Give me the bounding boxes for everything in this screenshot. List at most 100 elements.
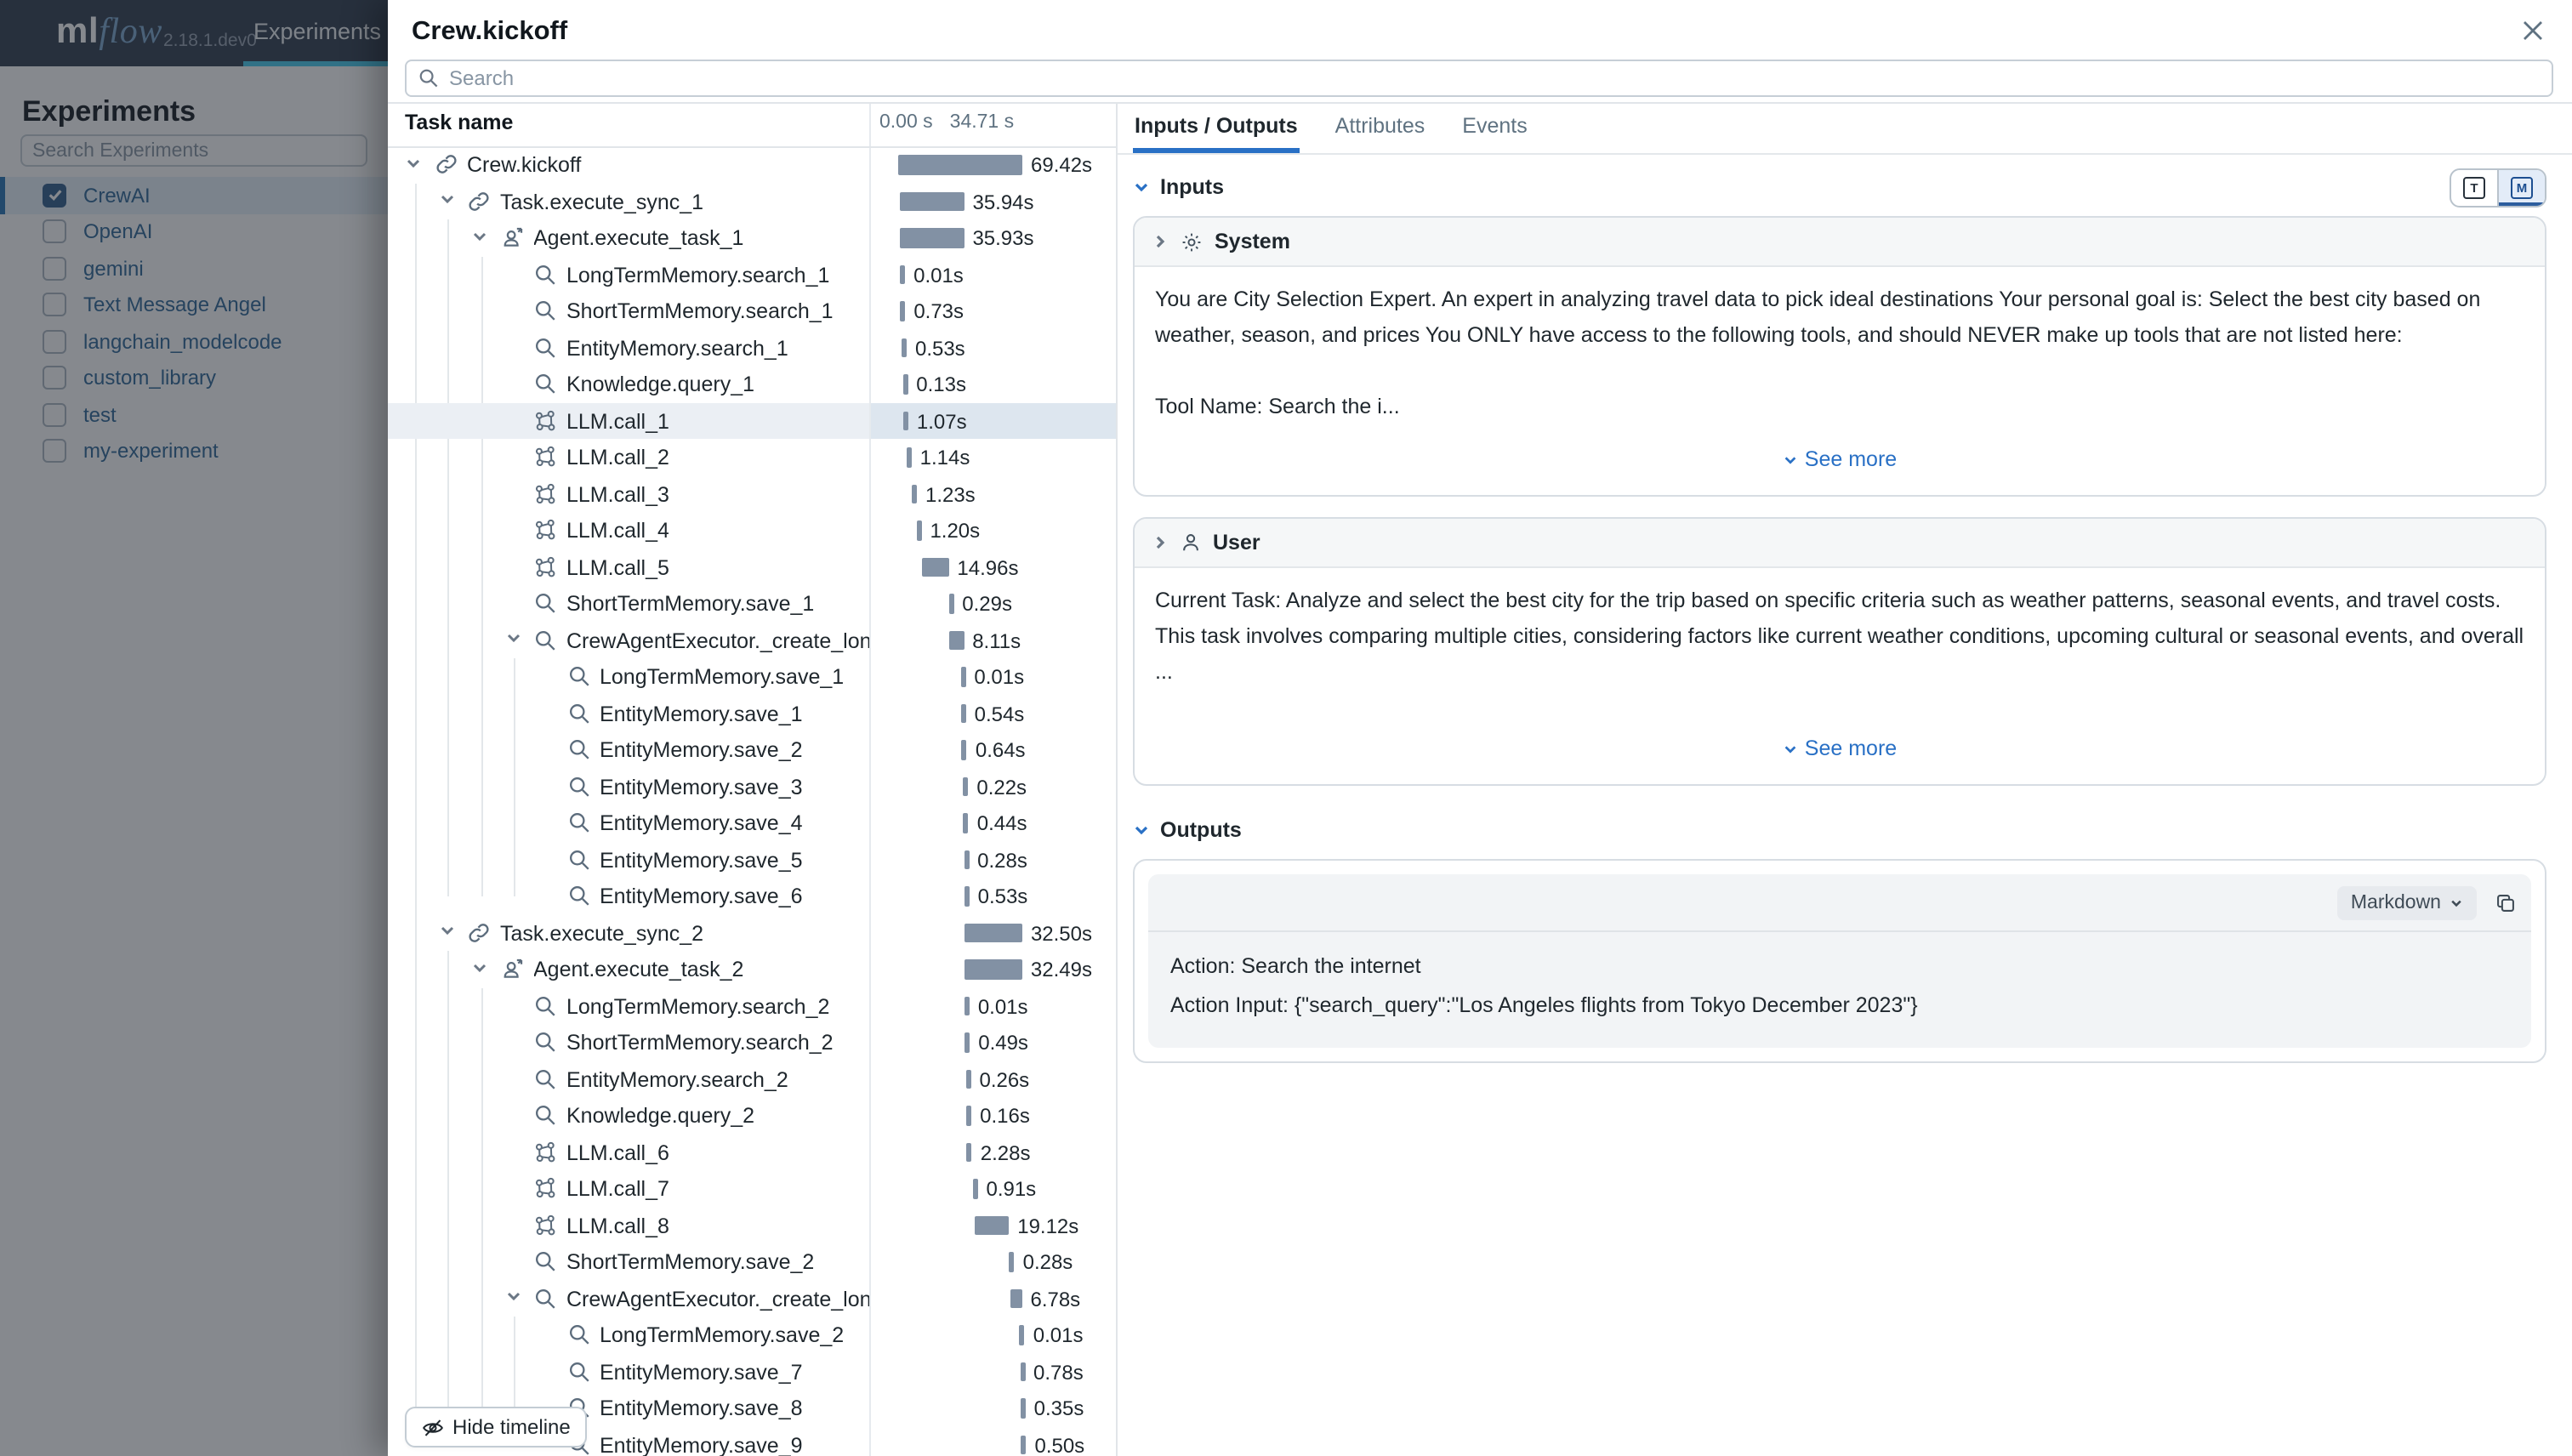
chevron-down-icon[interactable]: [405, 154, 425, 174]
search-icon: [534, 373, 556, 395]
llm-icon: [534, 1177, 556, 1199]
duration-label: 0.01s: [913, 263, 964, 287]
span-row[interactable]: LongTermMemory.save_10.01s: [388, 658, 1116, 695]
span-row[interactable]: LLM.call_514.96s: [388, 549, 1116, 585]
span-row[interactable]: EntityMemory.save_40.44s: [388, 805, 1116, 841]
chevron-down-icon[interactable]: [504, 629, 525, 650]
tab-attributes[interactable]: Attributes: [1334, 104, 1427, 153]
search-icon: [567, 884, 589, 907]
duration-label: 0.50s: [1034, 1433, 1084, 1456]
span-row[interactable]: CrewAgentExecutor._create_long_term_mem8…: [388, 622, 1116, 658]
duration-bar: [964, 1032, 970, 1052]
span-name: LLM.call_2: [566, 446, 669, 469]
span-row[interactable]: CrewAgentExecutor._create_long_term_mem6…: [388, 1280, 1116, 1317]
outputs-section-header[interactable]: Outputs: [1133, 815, 2546, 845]
duration-bar: [960, 667, 965, 686]
chevron-right-icon: [1152, 233, 1169, 250]
see-more-link[interactable]: See more: [1155, 731, 2524, 767]
search-icon: [567, 848, 589, 870]
modal-overlay[interactable]: [0, 0, 388, 1456]
duration-bar: [903, 411, 908, 430]
format-dropdown[interactable]: Markdown: [2337, 885, 2477, 919]
user-card-header[interactable]: User: [1135, 519, 2545, 568]
user-text: Current Task: Analyze and select the bes…: [1155, 583, 2524, 691]
span-row[interactable]: Knowledge.query_20.16s: [388, 1097, 1116, 1134]
span-row[interactable]: LongTermMemory.search_10.01s: [388, 256, 1116, 293]
raw-text-toggle-button[interactable]: T: [2451, 170, 2497, 206]
hide-timeline-button[interactable]: Hide timeline: [405, 1407, 588, 1447]
span-row[interactable]: LLM.call_11.07s: [388, 402, 1116, 439]
span-row[interactable]: LLM.call_819.12s: [388, 1207, 1116, 1243]
span-row[interactable]: LLM.call_21.14s: [388, 439, 1116, 475]
duration-bar: [1020, 1362, 1025, 1381]
duration-label: 0.44s: [977, 811, 1027, 835]
span-row[interactable]: LLM.call_31.23s: [388, 475, 1116, 512]
span-row[interactable]: EntityMemory.search_20.26s: [388, 1061, 1116, 1097]
span-row[interactable]: EntityMemory.save_10.54s: [388, 695, 1116, 731]
span-name: LongTermMemory.search_2: [566, 994, 829, 1018]
span-row[interactable]: LLM.call_41.20s: [388, 512, 1116, 549]
span-row[interactable]: Crew.kickoff69.42s: [388, 146, 1116, 183]
span-name: EntityMemory.save_7: [600, 1360, 803, 1384]
span-name: EntityMemory.save_6: [600, 884, 803, 908]
duration-label: 0.73s: [913, 299, 964, 323]
span-row[interactable]: EntityMemory.save_50.28s: [388, 841, 1116, 878]
duration-label: 19.12s: [1017, 1214, 1078, 1237]
search-icon: [534, 1250, 556, 1272]
chevron-down-icon: [1133, 179, 1150, 196]
tab-inputs-outputs[interactable]: Inputs / Outputs: [1133, 104, 1300, 153]
search-icon: [534, 1031, 556, 1053]
span-row[interactable]: EntityMemory.save_70.78s: [388, 1353, 1116, 1390]
close-icon[interactable]: [2518, 15, 2548, 46]
chain-icon: [468, 190, 490, 212]
span-name: ShortTermMemory.search_1: [566, 299, 834, 323]
span-row[interactable]: Agent.execute_task_232.49s: [388, 951, 1116, 987]
span-row[interactable]: EntityMemory.search_10.53s: [388, 329, 1116, 366]
span-row[interactable]: ShortTermMemory.search_1 0.73s: [388, 293, 1116, 329]
inputs-section-header[interactable]: Inputs T M: [1133, 172, 2546, 202]
span-row[interactable]: EntityMemory.save_60.53s: [388, 878, 1116, 914]
chevron-down-icon[interactable]: [471, 227, 492, 247]
chevron-down-icon: [1133, 822, 1150, 839]
span-row[interactable]: LLM.call_70.91s: [388, 1170, 1116, 1207]
chevron-down-icon[interactable]: [504, 1288, 525, 1308]
search-icon: [534, 1104, 556, 1126]
eye-off-icon: [422, 1416, 444, 1438]
search-icon: [534, 299, 556, 321]
span-row[interactable]: ShortTermMemory.save_20.28s: [388, 1243, 1116, 1280]
span-row[interactable]: LongTermMemory.search_20.01s: [388, 987, 1116, 1024]
tab-events[interactable]: Events: [1460, 104, 1528, 153]
duration-label: 6.78s: [1030, 1287, 1080, 1311]
search-icon: [567, 1360, 589, 1382]
duration-bar: [964, 923, 1022, 942]
chevron-down-icon[interactable]: [438, 922, 458, 942]
chevron-down-icon[interactable]: [438, 191, 458, 211]
span-search-input[interactable]: Search: [405, 60, 2553, 97]
span-name: Agent.execute_task_1: [533, 226, 743, 250]
see-more-link[interactable]: See more: [1155, 442, 2524, 478]
span-row[interactable]: Task.execute_sync_232.50s: [388, 914, 1116, 951]
duration-label: 1.20s: [930, 519, 980, 543]
span-name: LongTermMemory.save_2: [600, 1323, 844, 1347]
span-row[interactable]: ShortTermMemory.search_20.49s: [388, 1024, 1116, 1061]
span-row[interactable]: LongTermMemory.save_20.01s: [388, 1317, 1116, 1353]
span-row[interactable]: EntityMemory.save_20.64s: [388, 731, 1116, 768]
outputs-toolbar: Markdown: [1148, 874, 2531, 932]
span-row[interactable]: EntityMemory.save_30.22s: [388, 768, 1116, 805]
span-row[interactable]: LLM.call_62.28s: [388, 1134, 1116, 1170]
markdown-toggle-button[interactable]: M: [2497, 170, 2545, 206]
copy-icon[interactable]: [2495, 892, 2516, 913]
timeline-axis: 0.00 s34.71 s: [879, 112, 1014, 133]
duration-label: 69.42s: [1031, 153, 1092, 177]
span-name: EntityMemory.save_3: [600, 775, 803, 799]
span-row[interactable]: Knowledge.query_10.13s: [388, 366, 1116, 402]
span-row[interactable]: Task.execute_sync_135.94s: [388, 183, 1116, 219]
system-card-header[interactable]: System: [1135, 218, 2545, 267]
span-row[interactable]: Agent.execute_task_135.93s: [388, 219, 1116, 256]
llm-icon: [534, 1140, 556, 1163]
span-row[interactable]: ShortTermMemory.save_10.29s: [388, 585, 1116, 622]
chevron-down-icon[interactable]: [471, 958, 492, 979]
outputs-inner-box: Markdown Action: Search the internet Act…: [1148, 874, 2531, 1048]
duration-bar: [900, 301, 905, 321]
duration-bar: [898, 155, 1022, 174]
